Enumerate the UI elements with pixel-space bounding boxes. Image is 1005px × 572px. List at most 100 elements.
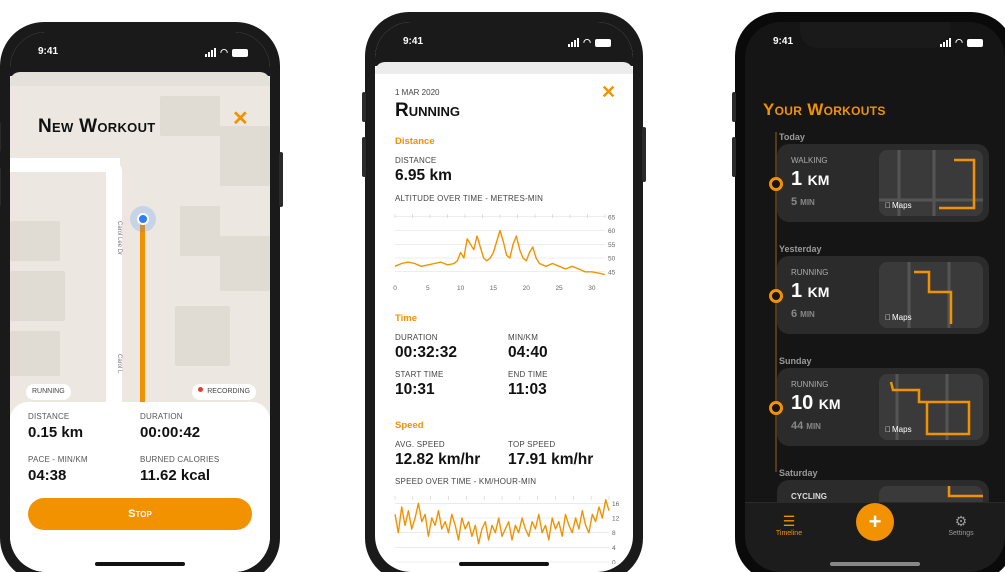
add-workout-button[interactable]: + [856, 503, 894, 541]
home-indicator [95, 562, 185, 566]
duration-label: DURATION [140, 412, 183, 421]
x-tick-label: 15 [490, 285, 498, 292]
sheet-background [375, 62, 633, 74]
road-label: Carol L [116, 354, 122, 374]
calories-label: BURNED CALORIES [140, 455, 220, 464]
map-building [10, 331, 60, 376]
x-tick-label: 20 [523, 285, 531, 292]
workout-type: RUNNING [791, 268, 829, 277]
page-title: Your Workouts [763, 100, 886, 119]
start-time-value: 10:31 [395, 381, 435, 398]
section-time: Time [395, 313, 418, 324]
activity-type-pill[interactable]: RUNNING [26, 384, 71, 400]
home-indicator [459, 562, 549, 566]
status-bar: 9:41 ◠ [10, 46, 270, 62]
pace-value: 04:40 [508, 344, 548, 361]
duration-value: 00:32:32 [395, 344, 458, 361]
x-tick-label: 30 [588, 285, 596, 292]
phone-new-workout: 9:41 ◠ Carol Lee Dr Carol L New Workout … [0, 22, 283, 572]
avg-speed-value: 12.82 km/hr [395, 451, 481, 468]
day-label-saturday: Saturday [779, 468, 818, 478]
end-time-label: END TIME [508, 370, 548, 379]
workout-mini-map: Maps [879, 150, 983, 216]
road-label: Carol Lee Dr [116, 221, 122, 256]
section-speed: Speed [395, 420, 424, 431]
tab-settings-label: Settings [948, 530, 974, 537]
speed-chart: 0 4 8 12 16 [394, 496, 620, 565]
tab-settings[interactable]: ⚙ Settings [941, 513, 981, 537]
apple-maps-tag: Maps [885, 313, 912, 322]
y-tick-label: 60 [608, 228, 616, 235]
day-label-yesterday: Yesterday [779, 244, 822, 254]
recording-label: RECORDING [207, 388, 250, 395]
altitude-chart-label: ALTITUDE OVER TIME - METRES-MIN [395, 194, 544, 203]
status-time: 9:41 [38, 46, 59, 57]
workout-card[interactable]: RUNNING 1 km 6 min Maps [777, 256, 989, 334]
workout-duration: 44 min [791, 420, 821, 432]
map-building [160, 96, 220, 136]
timeline-dot [769, 177, 783, 191]
screen: 9:41 ◠ 1 MAR 2020 Running ✕ Distance DIS… [375, 22, 633, 572]
side-button [732, 137, 736, 177]
maps-label: Maps [886, 425, 912, 434]
y-tick-label: 65 [608, 214, 616, 221]
end-time-value: 11:03 [508, 381, 547, 398]
y-tick-label: 50 [608, 256, 616, 263]
stop-button[interactable]: Stop [28, 498, 252, 530]
workout-mini-map: Maps [879, 374, 983, 440]
series-line [394, 498, 610, 545]
close-icon[interactable]: ✕ [601, 82, 616, 103]
screen: 9:41 ◠ Carol Lee Dr Carol L New Workout … [10, 32, 270, 572]
y-tick-label: 8 [612, 530, 616, 537]
x-tick-label: 0 [393, 285, 397, 292]
screen: 9:41 ◠ Your Workouts Today WALKING 1 km … [745, 22, 1005, 572]
side-button [0, 122, 1, 152]
status-bar: 9:41 ◠ [375, 36, 633, 52]
pace-label: MIN/KM [508, 333, 539, 342]
pace-label: PACE - MIN/KM [28, 455, 88, 464]
side-button [642, 127, 646, 182]
workout-mini-map: Maps [879, 262, 983, 328]
pace-value: 04:38 [28, 467, 67, 484]
phone-running-detail: 9:41 ◠ 1 MAR 2020 Running ✕ Distance DIS… [362, 12, 646, 572]
workout-card[interactable]: WALKING 1 km 5 min Maps [777, 144, 989, 222]
page-title: New Workout [38, 116, 156, 137]
status-icons: ◠ [568, 37, 611, 48]
side-button [362, 92, 366, 122]
map-building [220, 126, 270, 186]
workout-type: CYCLING [791, 492, 827, 501]
map-building [10, 271, 65, 321]
battery-icon [967, 38, 983, 47]
section-distance: Distance [395, 136, 435, 147]
x-tick-label: 10 [457, 285, 465, 292]
close-icon[interactable]: ✕ [232, 106, 249, 131]
workout-type: RUNNING [791, 380, 829, 389]
map-building [180, 206, 220, 256]
map-building [10, 221, 60, 261]
workout-distance: 1 km [791, 168, 830, 190]
side-button [279, 152, 283, 207]
workout-duration: 6 min [791, 308, 815, 320]
duration-value: 00:00:42 [140, 424, 201, 441]
distance-value: 0.15 km [28, 424, 84, 441]
y-tick-label: 12 [612, 516, 620, 523]
battery-icon [232, 48, 248, 57]
status-icons: ◠ [940, 37, 983, 48]
apple-maps-tag: Maps [885, 201, 912, 210]
tab-timeline[interactable]: ☰ Timeline [769, 513, 809, 537]
day-label-today: Today [779, 132, 805, 142]
maps-label: Maps [886, 201, 912, 210]
current-location-dot [137, 213, 149, 225]
avg-speed-label: AVG. SPEED [395, 440, 445, 449]
x-tick-label: 5 [426, 285, 430, 292]
y-tick-label: 0 [612, 560, 616, 565]
workout-type: WALKING [791, 156, 828, 165]
status-bar: 9:41 ◠ [745, 36, 1005, 52]
status-time: 9:41 [773, 36, 794, 47]
phone-your-workouts: 9:41 ◠ Your Workouts Today WALKING 1 km … [732, 12, 1005, 572]
page-title: Running [395, 100, 460, 121]
day-label-sunday: Sunday [779, 356, 812, 366]
workout-date: 1 MAR 2020 [395, 88, 440, 97]
maps-label: Maps [886, 313, 912, 322]
workout-card[interactable]: RUNNING 10 km 44 min Maps [777, 368, 989, 446]
